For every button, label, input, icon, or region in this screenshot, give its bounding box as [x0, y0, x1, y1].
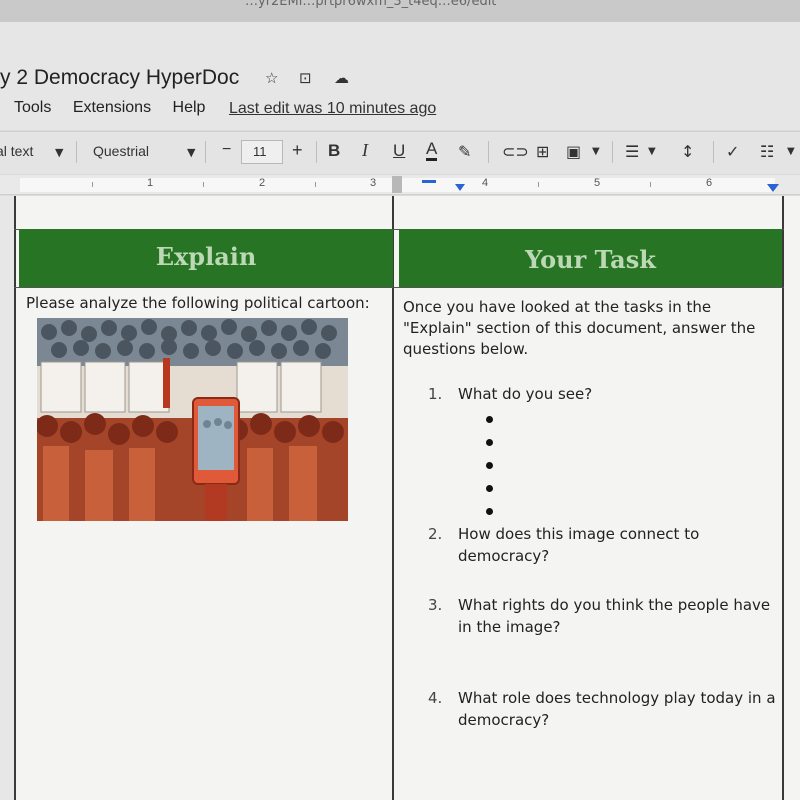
- explain-header-cell: Explain: [19, 229, 393, 287]
- chevron-down-icon[interactable]: ▼: [55, 146, 63, 159]
- font-size-value: 11: [253, 144, 267, 159]
- political-cartoon-image: [37, 318, 348, 521]
- ruler-number: 2: [259, 177, 266, 189]
- font-dropdown[interactable]: Questrial: [93, 143, 149, 159]
- last-edit-link[interactable]: Last edit was 10 minutes ago: [229, 100, 436, 118]
- url-text: …yr2EMi…prtpr6wxm_3_t4eq…e6/edit: [245, 0, 497, 9]
- font-size-field[interactable]: 11: [241, 140, 283, 164]
- decrease-font-size-button[interactable]: −: [222, 141, 231, 159]
- ruler-number: 1: [147, 177, 154, 189]
- insert-image-icon[interactable]: ▣: [566, 142, 581, 161]
- underline-button[interactable]: U: [393, 141, 405, 161]
- task-instructions: Once you have looked at the tasks in the…: [403, 298, 756, 358]
- ruler-number: 3: [370, 177, 377, 189]
- line-spacing-icon[interactable]: ↕: [681, 142, 694, 161]
- question-number: 1.: [428, 385, 443, 403]
- your-task-header-cell: Your Task: [399, 229, 782, 287]
- align-icon[interactable]: ☰: [625, 142, 639, 161]
- empty-bullet[interactable]: [486, 462, 493, 469]
- increase-font-size-button[interactable]: +: [292, 140, 303, 161]
- ruler: 1 2 3 4 5 6: [0, 175, 800, 195]
- ruler-number: 5: [594, 177, 601, 189]
- chevron-down-icon[interactable]: ▼: [592, 146, 600, 157]
- chevron-down-icon[interactable]: ▼: [648, 146, 656, 157]
- question-number: 3.: [428, 596, 443, 614]
- question-number: 4.: [428, 689, 443, 707]
- text-color-button[interactable]: A: [426, 140, 438, 161]
- bulleted-list-icon[interactable]: ☷: [760, 142, 774, 161]
- cloud-saved-icon[interactable]: ☁: [334, 69, 349, 87]
- question-text: What rights do you think the people have…: [458, 596, 771, 636]
- empty-bullet[interactable]: [486, 485, 493, 492]
- star-icon[interactable]: ☆: [265, 69, 278, 87]
- ruler-tick: [203, 182, 204, 187]
- empty-bullet[interactable]: [486, 439, 493, 446]
- question-text: What do you see?: [458, 385, 593, 403]
- ruler-tick: [92, 182, 93, 187]
- explain-instructions: Please analyze the following political c…: [26, 294, 370, 312]
- screen: …yr2EMi…prtpr6wxm_3_t4eq…e6/edit y 2 Dem…: [0, 0, 800, 800]
- explain-heading: Explain: [155, 242, 257, 271]
- toolbar-divider: [316, 141, 317, 163]
- column-separator-handle[interactable]: [392, 176, 402, 193]
- empty-bullet[interactable]: [486, 508, 493, 515]
- cartoon-drawing: [37, 318, 348, 521]
- your-task-heading: Your Task: [525, 245, 656, 274]
- menu-tools[interactable]: Tools: [14, 99, 51, 116]
- ruler-tick: [538, 182, 539, 187]
- toolbar-divider: [488, 141, 489, 163]
- menu-bar: Tools Extensions Help: [14, 99, 222, 117]
- toolbar-divider: [713, 141, 714, 163]
- menu-help[interactable]: Help: [173, 99, 206, 116]
- ruler-tick: [650, 182, 651, 187]
- menu-extensions[interactable]: Extensions: [73, 99, 151, 116]
- link-icon[interactable]: ⊂⊃: [502, 142, 529, 161]
- checklist-icon[interactable]: ✓: [726, 142, 739, 161]
- chevron-down-icon[interactable]: ▼: [787, 146, 795, 157]
- ruler-number: 6: [706, 177, 713, 189]
- add-comment-icon[interactable]: ⊞: [536, 142, 549, 161]
- move-to-folder-icon[interactable]: ⊡: [299, 69, 312, 87]
- question-text: How does this image connect to democracy…: [458, 525, 700, 565]
- toolbar: al text ▼ Questrial ▼ − 11 + B I U A ✎ ⊂…: [0, 131, 800, 174]
- toolbar-divider: [612, 141, 613, 163]
- left-indent-marker[interactable]: [455, 184, 465, 191]
- first-line-indent-marker[interactable]: [422, 180, 436, 183]
- empty-bullet[interactable]: [486, 416, 493, 423]
- toolbar-divider: [205, 141, 206, 163]
- paragraph-style-dropdown[interactable]: al text: [0, 143, 33, 159]
- bold-button[interactable]: B: [328, 141, 340, 161]
- question-number: 2.: [428, 525, 443, 543]
- right-indent-marker[interactable]: [767, 184, 779, 192]
- document-title[interactable]: y 2 Democracy HyperDoc: [0, 66, 239, 90]
- paint-format-icon[interactable]: ✎: [458, 142, 471, 161]
- chevron-down-icon[interactable]: ▼: [187, 146, 195, 159]
- question-text: What role does technology play today in …: [458, 689, 776, 729]
- italic-button[interactable]: I: [362, 140, 368, 161]
- table-border: [14, 287, 784, 288]
- toolbar-divider: [76, 141, 77, 163]
- browser-url-bar[interactable]: …yr2EMi…prtpr6wxm_3_t4eq…e6/edit: [0, 0, 800, 22]
- ruler-number: 4: [482, 177, 489, 189]
- ruler-tick: [315, 182, 316, 187]
